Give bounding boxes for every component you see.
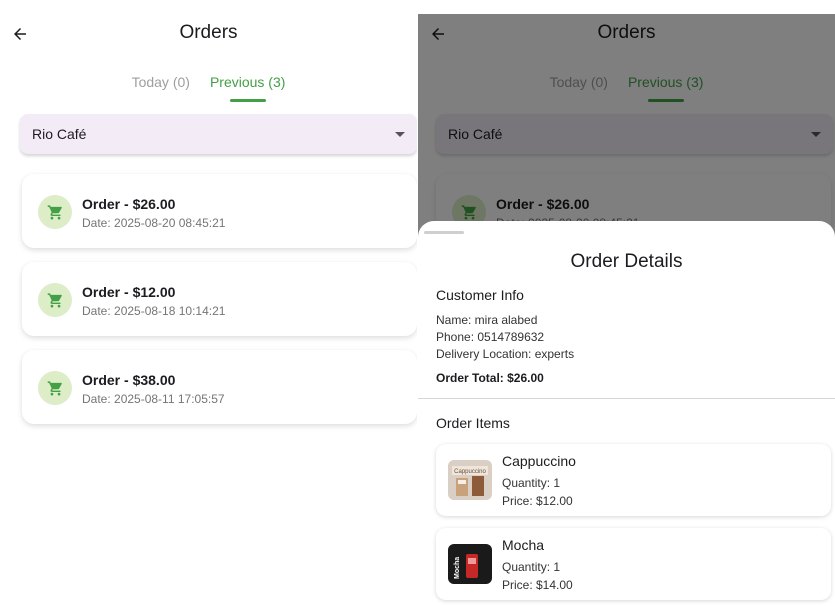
order-title: Order - $38.00 [82, 372, 176, 388]
order-items-heading: Order Items [436, 415, 510, 431]
divider [418, 398, 835, 399]
order-total: Order Total: $26.00 [436, 371, 544, 385]
order-date: Date: 2025-08-18 10:14:21 [82, 304, 226, 318]
status-bar-area [418, 0, 835, 14]
shopping-cart-icon [47, 292, 62, 308]
item-name: Cappuccino [502, 453, 576, 469]
order-avatar [38, 371, 72, 405]
item-price: Price: $14.00 [502, 578, 573, 592]
order-item-card[interactable]: Mocha Mocha Quantity: 1 Price: $14.00 [436, 528, 831, 600]
shopping-cart-icon [47, 204, 62, 220]
order-details-sheet: Order Details Customer Info Name: mira a… [418, 221, 835, 606]
sheet-drag-handle[interactable] [424, 231, 464, 234]
item-price: Price: $12.00 [502, 494, 573, 508]
dropdown-value: Rio Café [32, 126, 87, 142]
cafe-dropdown[interactable]: Rio Café [20, 114, 417, 154]
order-title: Order - $26.00 [82, 196, 176, 212]
product-thumbnail: Mocha [448, 544, 492, 584]
tab-indicator [229, 99, 266, 102]
item-quantity: Quantity: 1 [502, 476, 561, 490]
order-tabs: Today (0) Previous (3) [0, 74, 417, 102]
order-date: Date: 2025-08-20 08:45:21 [82, 216, 226, 230]
order-avatar [38, 195, 72, 229]
order-details-screen: Orders Today (0) Previous (3) Rio Café O… [418, 0, 835, 606]
dropdown-caret-icon [395, 131, 405, 137]
order-item-card[interactable]: Cappuccino Cappuccino Quantity: 1 Price:… [436, 444, 831, 516]
order-card[interactable]: Order - $38.00 Date: 2025-08-11 17:05:57 [22, 350, 417, 424]
customer-name: Name: mira alabed [436, 313, 538, 327]
shopping-cart-icon [47, 380, 62, 396]
item-name: Mocha [502, 537, 545, 553]
thumbnail-text: Cappuccino [454, 469, 486, 475]
order-card[interactable]: Order - $12.00 Date: 2025-08-18 10:14:21 [22, 262, 417, 336]
tab-previous[interactable]: Previous (3) [210, 74, 285, 102]
delivery-location: Delivery Location: experts [436, 347, 575, 361]
tab-today[interactable]: Today (0) [132, 74, 190, 102]
order-date: Date: 2025-08-11 17:05:57 [82, 392, 225, 406]
tab-label: Today (0) [131, 74, 190, 90]
orders-screen: Orders Today (0) Previous (3) Rio Café O… [0, 0, 417, 606]
order-card[interactable]: Order - $26.00 Date: 2025-08-20 08:45:21 [22, 174, 417, 248]
app-bar: Orders [0, 14, 417, 54]
customer-phone: Phone: 0514789632 [436, 330, 545, 344]
order-avatar [38, 283, 72, 317]
item-quantity: Quantity: 1 [502, 560, 561, 574]
customer-info-heading: Customer Info [436, 287, 524, 303]
product-thumbnail: Cappuccino [448, 460, 492, 500]
order-title: Order - $12.00 [82, 284, 176, 300]
thumbnail-text: Mocha [454, 557, 461, 579]
page-title: Orders [179, 22, 238, 43]
tab-label: Previous (3) [209, 74, 286, 90]
sheet-title: Order Details [570, 251, 683, 272]
